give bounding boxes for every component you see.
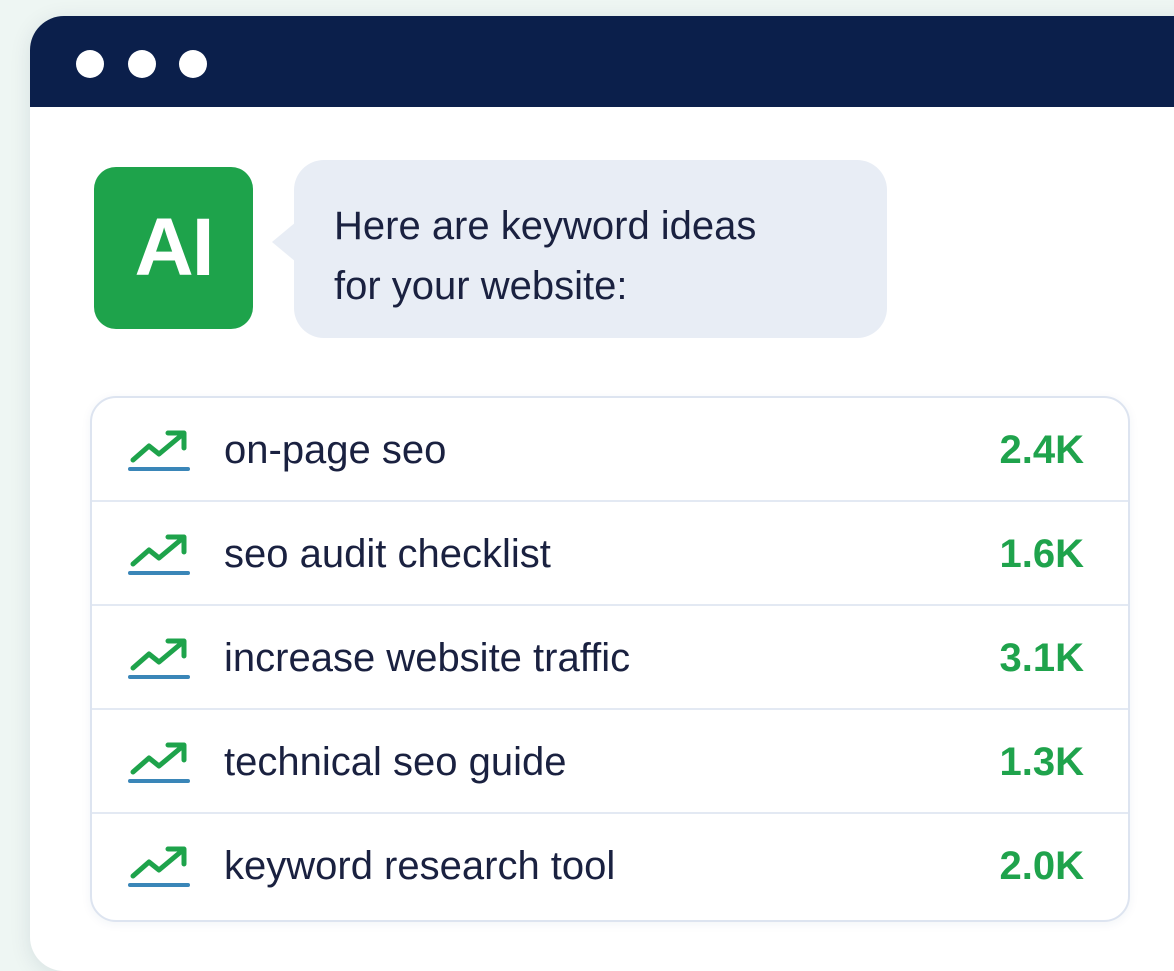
trending-up-icon: [128, 846, 190, 887]
keyword-text: increase website traffic: [224, 636, 631, 680]
trending-up-icon: [128, 534, 190, 575]
chat-bubble: Here are keyword ideas for your website:: [272, 160, 887, 338]
ai-avatar-label: AI: [134, 202, 215, 293]
keyword-row[interactable]: seo audit checklist 1.6K: [92, 502, 1128, 606]
trending-up-icon: [128, 430, 190, 471]
keyword-volume: 2.0K: [999, 844, 1085, 888]
keyword-text: seo audit checklist: [224, 532, 551, 576]
trending-up-icon: [128, 638, 190, 679]
keyword-text: on-page seo: [224, 428, 447, 472]
chat-message: Here are keyword ideas for your website:: [334, 204, 757, 308]
window-dot-3[interactable]: [179, 50, 207, 78]
keyword-text: keyword research tool: [224, 844, 616, 888]
trending-up-icon: [128, 742, 190, 783]
ai-avatar: AI: [94, 167, 253, 329]
keyword-volume: 2.4K: [999, 428, 1085, 472]
keyword-row[interactable]: technical seo guide 1.3K: [92, 710, 1128, 814]
window-dot-2[interactable]: [128, 50, 156, 78]
keyword-text: technical seo guide: [224, 740, 567, 784]
keyword-volume: 1.6K: [999, 532, 1085, 576]
window-dot-1[interactable]: [76, 50, 104, 78]
app-window: AI Here are keyword ideas for your websi…: [30, 16, 1174, 971]
keyword-row[interactable]: increase website traffic 3.1K: [92, 606, 1128, 710]
window-titlebar: [30, 16, 1174, 107]
keyword-row[interactable]: keyword research tool 2.0K: [92, 814, 1128, 918]
keyword-volume: 3.1K: [999, 636, 1085, 680]
keyword-row[interactable]: on-page seo 2.4K: [92, 398, 1128, 502]
keyword-list: on-page seo 2.4K seo audit checklist 1.6…: [90, 396, 1130, 922]
keyword-volume: 1.3K: [999, 740, 1085, 784]
